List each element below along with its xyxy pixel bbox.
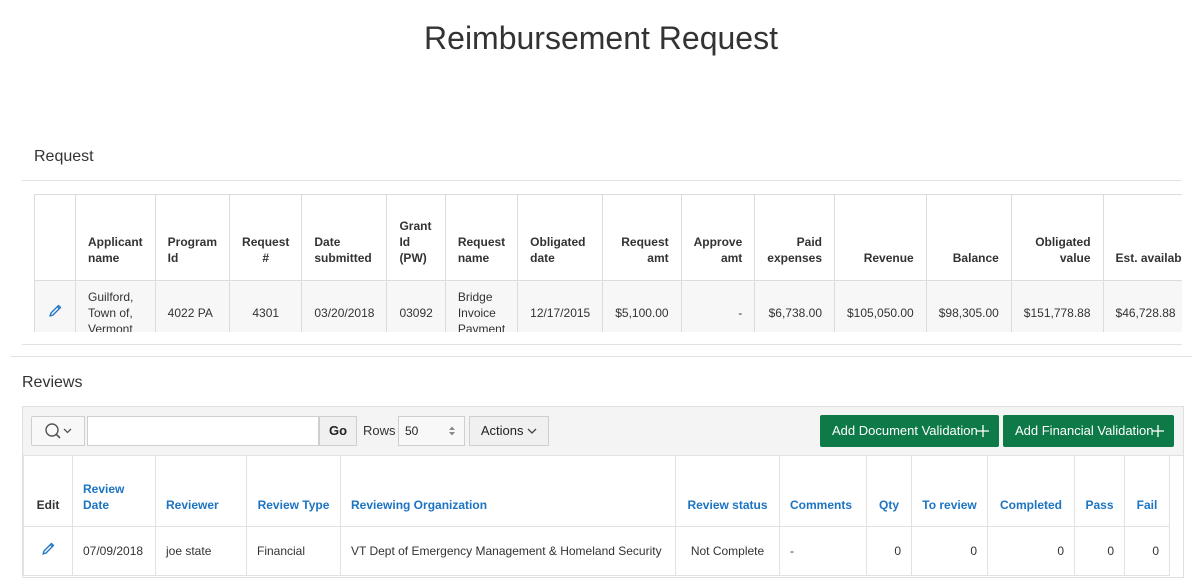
reviews-toolbar: Go Rows 50 Actions Add Document Validati… [23,407,1183,456]
col-to-review[interactable]: To review [911,455,988,527]
divider [10,356,1192,357]
program-id: 4022 PA [154,280,231,332]
revenue: $105,050.00 [834,280,927,332]
obligated-value: $151,778.88 [1010,280,1104,332]
approve-amt: - [680,280,756,332]
paid-expenses: $6,738.00 [754,280,835,332]
actions-label: Actions [480,423,524,438]
request-name: Bridge Invoice Payment [444,280,519,332]
table-row: 07/09/2018 joe state Financial VT Dept o… [23,526,1170,576]
edit-cell[interactable] [23,526,73,576]
comments: - [779,526,867,576]
col-request-amt: Request amt [602,194,682,281]
reviews-region: Go Rows 50 Actions Add Document Validati… [22,406,1184,578]
review-date: 07/09/2018 [72,526,156,576]
col-date-submitted: Date submitted [301,194,388,281]
col-obligated-date: Obligated date [517,194,604,281]
col-obligated-value: Obligated value [1010,194,1104,281]
add-document-validation-label: Add Document Validation [832,423,978,438]
table-row: Guilford, Town of, Vermont 4022 PA 4301 … [34,280,1182,332]
request-num: 4301 [229,280,303,332]
col-request-num: Request # [229,194,303,281]
add-financial-validation-button[interactable]: Add Financial Validation [1003,415,1174,447]
col-pass[interactable]: Pass [1074,455,1125,527]
date-submitted: 03/20/2018 [301,280,388,332]
col-review-type[interactable]: Review Type [246,455,341,527]
col-applicant-name: Applicant name [75,194,156,281]
col-request-name: Request name [444,194,519,281]
request-table-header: Applicant name Program Id Request # Date… [34,194,1182,281]
col-approve-amt: Approve amt [680,194,756,281]
balance: $98,305.00 [925,280,1012,332]
completed: 0 [987,526,1075,576]
search-input[interactable] [87,416,319,446]
col-est-available: Est. available [1102,194,1182,281]
col-revenue: Revenue [834,194,927,281]
reviews-table: Edit Review Date Reviewer Review Type Re… [23,455,1170,576]
col-grant-id: Grant Id (PW) [386,194,446,281]
request-section-title: Request [34,148,94,165]
search-icon [45,423,72,439]
grant-id: 03092 [386,280,446,332]
page-title: Reimbursement Request [424,20,778,56]
col-paid-expenses: Paid expenses [754,194,835,281]
col-completed[interactable]: Completed [987,455,1075,527]
col-reviewing-organization[interactable]: Reviewing Organization [340,455,676,527]
col-qty[interactable]: Qty [866,455,912,527]
col-balance: Balance [925,194,1012,281]
rows-value: 50 [405,424,419,438]
reviewing-organization: VT Dept of Emergency Management & Homela… [340,526,676,576]
col-comments[interactable]: Comments [779,455,867,527]
divider [22,180,1182,181]
applicant-name: Guilford, Town of, Vermont [75,280,156,332]
actions-button[interactable]: Actions [469,416,549,446]
plus-icon [977,425,989,437]
rows-per-page-select[interactable]: 50 [398,416,465,446]
col-reviewer[interactable]: Reviewer [155,455,247,527]
request-table: Applicant name Program Id Request # Date… [34,194,1182,332]
divider [22,344,1182,345]
reviews-section-title: Reviews [22,374,83,391]
rows-label: Rows [363,423,396,438]
pencil-icon[interactable] [40,541,56,557]
col-fail[interactable]: Fail [1124,455,1170,527]
col-program-id: Program Id [154,194,231,281]
request-table-region: Applicant name Program Id Request # Date… [34,194,1182,332]
col-edit [34,194,76,281]
col-edit: Edit [23,455,73,527]
obligated-date: 12/17/2015 [517,280,604,332]
edit-cell[interactable] [34,280,76,332]
reviews-table-header: Edit Review Date Reviewer Review Type Re… [23,455,1170,527]
fail: 0 [1124,526,1170,576]
search-column-button[interactable] [31,416,85,446]
col-review-date[interactable]: Review Date [72,455,156,527]
updown-icon [449,426,455,436]
to-review: 0 [911,526,988,576]
chevron-down-icon [527,428,537,434]
request-amt: $5,100.00 [602,280,682,332]
pass: 0 [1074,526,1125,576]
qty: 0 [866,526,912,576]
est-available: $46,728.88 [1102,280,1182,332]
col-review-status[interactable]: Review status [675,455,780,527]
review-status: Not Complete [675,526,780,576]
add-document-validation-button[interactable]: Add Document Validation [820,415,999,447]
add-financial-validation-label: Add Financial Validation [1015,423,1154,438]
pencil-icon[interactable] [47,303,63,319]
go-button[interactable]: Go [319,416,357,446]
review-type: Financial [246,526,341,576]
reviewer: joe state [155,526,247,576]
plus-icon [1152,425,1164,437]
